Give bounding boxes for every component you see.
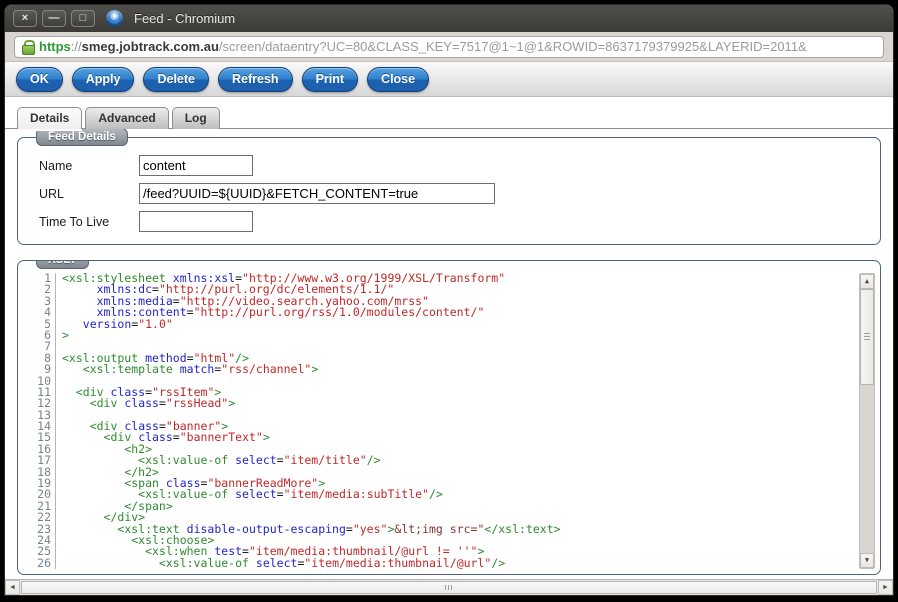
code-line: >: [62, 330, 857, 341]
address-bar: https :// smeg.jobtrack.com.au /screen/d…: [5, 32, 893, 62]
tab-bar: DetailsAdvancedLog: [5, 97, 893, 128]
code-line: <xsl:value-of select="item/title"/>: [62, 455, 857, 466]
code-line: <xsl:template match="rss/channel">: [62, 364, 857, 375]
xslt-gutter: 1234567891011121314151617181920212223242…: [26, 273, 56, 569]
print-button[interactable]: Print: [302, 67, 358, 92]
browser-window: × — □ Feed - Chromium https :// smeg.job…: [4, 4, 894, 596]
tab-advanced[interactable]: Advanced: [85, 107, 168, 129]
ttl-label: Time To Live: [39, 215, 139, 229]
minimize-icon[interactable]: —: [42, 10, 66, 27]
xslt-legend: XSLT: [36, 260, 89, 269]
name-input[interactable]: [139, 155, 253, 176]
delete-button[interactable]: Delete: [143, 67, 209, 92]
url-input[interactable]: [139, 183, 495, 204]
xslt-fieldset: XSLT 12345678910111213141516171819202122…: [17, 260, 881, 575]
code-line: </span>: [62, 501, 857, 512]
editor-vertical-scrollbar[interactable]: ▲ ▼: [859, 273, 875, 569]
code-line: <xsl:value-of select="item/media:subTitl…: [62, 489, 857, 500]
name-label: Name: [39, 159, 139, 173]
code-line: <div class="rssHead">: [62, 398, 857, 409]
code-line: xmlns:content="http://purl.org/rss/1.0/m…: [62, 307, 857, 318]
refresh-button[interactable]: Refresh: [218, 67, 293, 92]
tab-log[interactable]: Log: [172, 107, 220, 129]
xslt-editor[interactable]: 1234567891011121314151617181920212223242…: [26, 273, 875, 569]
scroll-up-icon[interactable]: ▲: [860, 274, 874, 289]
feed-details-legend: Feed Details: [36, 128, 128, 146]
url-host: smeg.jobtrack.com.au: [82, 39, 219, 54]
feed-details-fieldset: Feed Details Name URL Time To Live: [17, 137, 881, 245]
code-line: version="1.0": [62, 319, 857, 330]
close-icon[interactable]: ×: [13, 10, 37, 27]
action-toolbar: OK Apply Delete Refresh Print Close: [5, 62, 893, 97]
ttl-input[interactable]: [139, 211, 253, 232]
page-content: DetailsAdvancedLog Feed Details Name URL…: [5, 97, 893, 579]
close-button[interactable]: Close: [367, 67, 429, 92]
ok-button[interactable]: OK: [16, 67, 63, 92]
code-line: <div class="bannerText">: [62, 432, 857, 443]
xslt-code[interactable]: <xsl:stylesheet xmlns:xsl="http://www.w3…: [62, 273, 857, 569]
page-horizontal-scrollbar[interactable]: ◄ ►: [5, 579, 893, 595]
url-path: /screen/dataentry?UC=80&CLASS_KEY=7517@1…: [219, 39, 807, 54]
editor-scroll-thumb[interactable]: [860, 289, 874, 385]
details-panel: Feed Details Name URL Time To Live XSLT …: [5, 128, 893, 579]
scroll-right-icon[interactable]: ►: [878, 580, 893, 595]
window-titlebar: × — □ Feed - Chromium: [5, 5, 893, 32]
url-field[interactable]: https :// smeg.jobtrack.com.au /screen/d…: [14, 36, 884, 58]
scroll-left-icon[interactable]: ◄: [5, 580, 20, 595]
scroll-down-icon[interactable]: ▼: [860, 553, 874, 568]
maximize-icon[interactable]: □: [71, 10, 95, 27]
window-title: Feed - Chromium: [134, 11, 235, 26]
editor-scroll-track[interactable]: [860, 289, 874, 553]
url-scheme: https: [39, 39, 71, 54]
tab-details[interactable]: Details: [17, 107, 82, 129]
url-label: URL: [39, 187, 139, 201]
url-separator: ://: [71, 39, 82, 54]
chromium-icon: [106, 10, 123, 27]
page-scroll-thumb[interactable]: [21, 581, 877, 594]
apply-button[interactable]: Apply: [72, 67, 135, 92]
lock-icon: [22, 40, 33, 53]
feed-details-fields: Name URL Time To Live: [39, 155, 864, 232]
